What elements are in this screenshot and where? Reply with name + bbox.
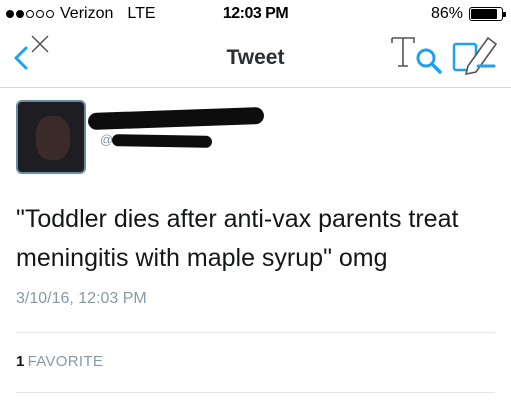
- battery-icon: [469, 7, 506, 21]
- favorites-label: FAVORITE: [27, 353, 104, 370]
- tweet-text: "Toddler dies after anti-vax parents tre…: [16, 205, 459, 272]
- redacted-display-name: [87, 106, 265, 131]
- status-right: 86%: [430, 5, 506, 23]
- tweet-detail: @ "Toddler dies after anti-vax parents t…: [16, 100, 495, 400]
- divider: [16, 332, 495, 333]
- font-search-button[interactable]: [388, 30, 446, 78]
- divider: [16, 392, 495, 393]
- status-bar: Verizon LTE 12:03 PM 86%: [0, 0, 511, 30]
- font-size-icon: [391, 37, 415, 67]
- battery-level: [471, 9, 497, 19]
- battery-percent: 86%: [430, 5, 463, 22]
- compose-icon: [452, 36, 498, 76]
- redacted-handle: [111, 134, 213, 148]
- nav-bar: Tweet: [0, 30, 511, 88]
- tweet-timestamp: 3/10/16, 12:03 PM: [16, 290, 147, 307]
- favorites-count[interactable]: 1 FAVORITE: [16, 353, 103, 370]
- search-icon: [416, 48, 442, 74]
- favorites-number: 1: [16, 353, 25, 370]
- compose-button[interactable]: [448, 32, 502, 80]
- avatar[interactable]: [16, 100, 86, 174]
